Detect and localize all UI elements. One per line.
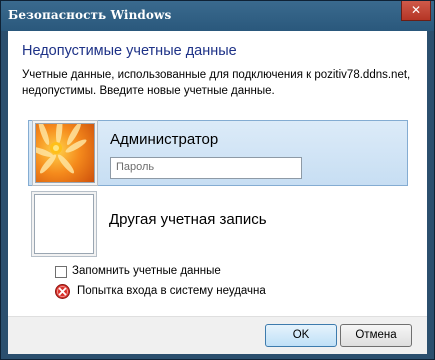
user-name: Администратор [110, 131, 219, 148]
dialog-description: Учетные данные, использованные для подкл… [22, 69, 411, 97]
other-account-label: Другая учетная запись [109, 211, 267, 228]
error-icon [55, 284, 70, 299]
close-icon: ✕ [410, 3, 422, 17]
error-text: Попытка входа в систему неудачна [77, 285, 266, 297]
close-button[interactable]: ✕ [401, 1, 431, 21]
credential-tile-administrator[interactable]: Администратор Пароль [28, 120, 408, 186]
credential-tile-other-account[interactable]: Другая учетная запись [28, 191, 408, 257]
ok-button[interactable]: OK [265, 324, 337, 347]
password-field[interactable]: Пароль [110, 157, 302, 179]
blank-avatar-icon [34, 194, 94, 254]
dialog-body: Недопустимые учетные данные Учетные данн… [8, 31, 427, 354]
remember-checkbox[interactable] [55, 266, 67, 278]
flower-avatar-icon [35, 123, 95, 183]
window-title: Безопасность Windows [8, 8, 172, 22]
remember-label: Запомнить учетные данные [72, 265, 221, 277]
dialog-heading: Недопустимые учетные данные [22, 43, 237, 59]
credential-dialog: Безопасность Windows ✕ Недопустимые учет… [0, 0, 435, 360]
title-bar[interactable]: Безопасность Windows ✕ [1, 1, 434, 31]
cancel-button[interactable]: Отмена [340, 324, 412, 347]
button-bar: OK Отмена [8, 316, 427, 354]
